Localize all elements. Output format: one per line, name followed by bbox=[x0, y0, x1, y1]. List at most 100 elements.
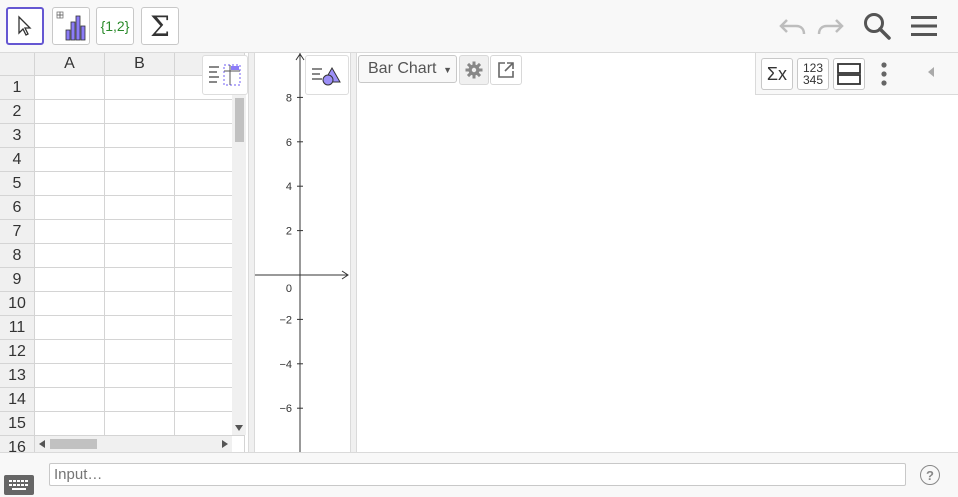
move-tool-button[interactable] bbox=[6, 7, 44, 45]
sigma-icon: Σ bbox=[150, 9, 170, 43]
spreadsheet-cell[interactable] bbox=[105, 148, 175, 172]
row-header[interactable]: 11 bbox=[0, 316, 35, 340]
y-tick-label: 6 bbox=[286, 137, 292, 149]
spreadsheet-cell[interactable] bbox=[35, 292, 105, 316]
spreadsheet-cell[interactable] bbox=[35, 340, 105, 364]
spreadsheet-cell[interactable] bbox=[105, 220, 175, 244]
view-divider[interactable] bbox=[350, 53, 357, 452]
spreadsheet-cell[interactable] bbox=[105, 244, 175, 268]
more-vert-icon bbox=[881, 62, 887, 86]
row-header[interactable]: 1 bbox=[0, 76, 35, 100]
spreadsheet-cell[interactable] bbox=[35, 148, 105, 172]
view-divider[interactable] bbox=[248, 53, 255, 452]
row-header[interactable]: 13 bbox=[0, 364, 35, 388]
row-header[interactable]: 6 bbox=[0, 196, 35, 220]
chart-type-select[interactable]: Bar Chart ▼ bbox=[358, 55, 457, 83]
two-variable-tool-button[interactable] bbox=[52, 7, 90, 45]
spreadsheet-cell[interactable] bbox=[35, 268, 105, 292]
y-tick-label: −4 bbox=[279, 359, 292, 371]
layout-icon bbox=[837, 63, 861, 85]
row-header[interactable]: 5 bbox=[0, 172, 35, 196]
spreadsheet-cell[interactable] bbox=[35, 412, 105, 436]
geogebra-app: {1,2} Σ A B 1 2 3 4 5 6 7 8 9 10 11 12 1… bbox=[0, 0, 958, 497]
vertical-scroll-thumb[interactable] bbox=[235, 98, 244, 142]
y-tick-label: −6 bbox=[279, 403, 292, 415]
algebra-input-field[interactable] bbox=[49, 463, 906, 486]
input-help-button[interactable]: ? bbox=[920, 465, 940, 485]
column-header-b[interactable]: B bbox=[105, 53, 175, 76]
y-tick-label: 2 bbox=[286, 226, 292, 238]
search-icon bbox=[864, 13, 891, 40]
row-header[interactable]: 16 bbox=[0, 436, 35, 452]
toggle-layout-button[interactable] bbox=[833, 58, 865, 90]
spreadsheet-cell[interactable] bbox=[35, 364, 105, 388]
row-header[interactable]: 14 bbox=[0, 388, 35, 412]
row-header[interactable]: 9 bbox=[0, 268, 35, 292]
row-header[interactable]: 12 bbox=[0, 340, 35, 364]
spreadsheet-cell[interactable] bbox=[105, 316, 175, 340]
undo-icon bbox=[779, 19, 806, 35]
scroll-down-icon[interactable] bbox=[235, 425, 243, 431]
y-tick-label: 0 bbox=[286, 283, 292, 295]
graphics-view[interactable]: 8 6 4 2 0 −2 −4 −6 bbox=[255, 53, 350, 452]
spreadsheet-cell[interactable] bbox=[105, 388, 175, 412]
more-options-button[interactable] bbox=[876, 61, 892, 89]
spreadsheet-cell[interactable] bbox=[105, 412, 175, 436]
spreadsheet-cell[interactable] bbox=[35, 196, 105, 220]
spreadsheet-cell[interactable] bbox=[105, 124, 175, 148]
chart-settings-button[interactable] bbox=[459, 55, 489, 85]
column-header-a[interactable]: A bbox=[35, 53, 105, 76]
spreadsheet-vertical-scrollbar[interactable] bbox=[232, 95, 246, 435]
spreadsheet-cell[interactable] bbox=[105, 100, 175, 124]
scroll-left-icon[interactable] bbox=[39, 440, 45, 448]
row-header[interactable]: 2 bbox=[0, 100, 35, 124]
spreadsheet-cell[interactable] bbox=[105, 292, 175, 316]
undo-button[interactable] bbox=[775, 8, 811, 44]
keyboard-icon bbox=[9, 480, 28, 490]
corner-header[interactable] bbox=[0, 53, 35, 76]
sum-tool-button[interactable]: Σ bbox=[141, 7, 179, 45]
spreadsheet-style-bar-toggle[interactable] bbox=[202, 55, 248, 95]
main-menu-button[interactable] bbox=[906, 8, 942, 44]
scroll-right-icon[interactable] bbox=[222, 440, 228, 448]
show-statistics-button[interactable]: Σx bbox=[761, 58, 793, 90]
horizontal-scroll-thumb[interactable] bbox=[50, 439, 97, 449]
search-button[interactable] bbox=[859, 8, 895, 44]
input-bar: ? bbox=[0, 452, 958, 497]
y-axis-ticks: 8 6 4 2 0 −2 −4 −6 bbox=[279, 92, 303, 415]
spreadsheet-cell[interactable] bbox=[105, 76, 175, 100]
popout-button[interactable] bbox=[490, 55, 522, 85]
spreadsheet-cell[interactable] bbox=[35, 76, 105, 100]
virtual-keyboard-button[interactable] bbox=[4, 475, 34, 495]
show-data-button[interactable]: 123 345 bbox=[797, 58, 829, 90]
row-header[interactable]: 4 bbox=[0, 148, 35, 172]
spreadsheet-cell[interactable] bbox=[105, 172, 175, 196]
row-header[interactable]: 3 bbox=[0, 124, 35, 148]
collapse-panel-button[interactable] bbox=[926, 65, 942, 81]
spreadsheet-cell[interactable] bbox=[105, 268, 175, 292]
redo-button[interactable] bbox=[812, 8, 848, 44]
row-header[interactable]: 8 bbox=[0, 244, 35, 268]
spreadsheet-cell[interactable] bbox=[35, 124, 105, 148]
spreadsheet-cell[interactable] bbox=[35, 244, 105, 268]
row-header[interactable]: 7 bbox=[0, 220, 35, 244]
row-header[interactable]: 10 bbox=[0, 292, 35, 316]
spreadsheet-cell[interactable] bbox=[35, 100, 105, 124]
graphics-style-bar-toggle[interactable] bbox=[305, 55, 349, 95]
spreadsheet-cell[interactable] bbox=[105, 340, 175, 364]
data-123-icon: 123 345 bbox=[803, 62, 823, 86]
spreadsheet-cell[interactable] bbox=[35, 220, 105, 244]
spreadsheet-cell[interactable] bbox=[105, 196, 175, 220]
row-header[interactable]: 15 bbox=[0, 412, 35, 436]
spreadsheet-cell[interactable] bbox=[35, 388, 105, 412]
axes-canvas: 8 6 4 2 0 −2 −4 −6 bbox=[255, 53, 349, 452]
spreadsheet-cell[interactable] bbox=[35, 316, 105, 340]
spreadsheet-cell[interactable] bbox=[35, 172, 105, 196]
spreadsheet-cell[interactable] bbox=[105, 364, 175, 388]
data-label-bottom: 345 bbox=[802, 73, 824, 87]
y-tick-label: 4 bbox=[286, 181, 292, 193]
spreadsheet-horizontal-scrollbar[interactable] bbox=[35, 436, 232, 452]
create-list-tool-button[interactable]: {1,2} bbox=[96, 7, 134, 45]
redo-icon bbox=[817, 19, 844, 35]
menu-icon bbox=[911, 16, 937, 36]
